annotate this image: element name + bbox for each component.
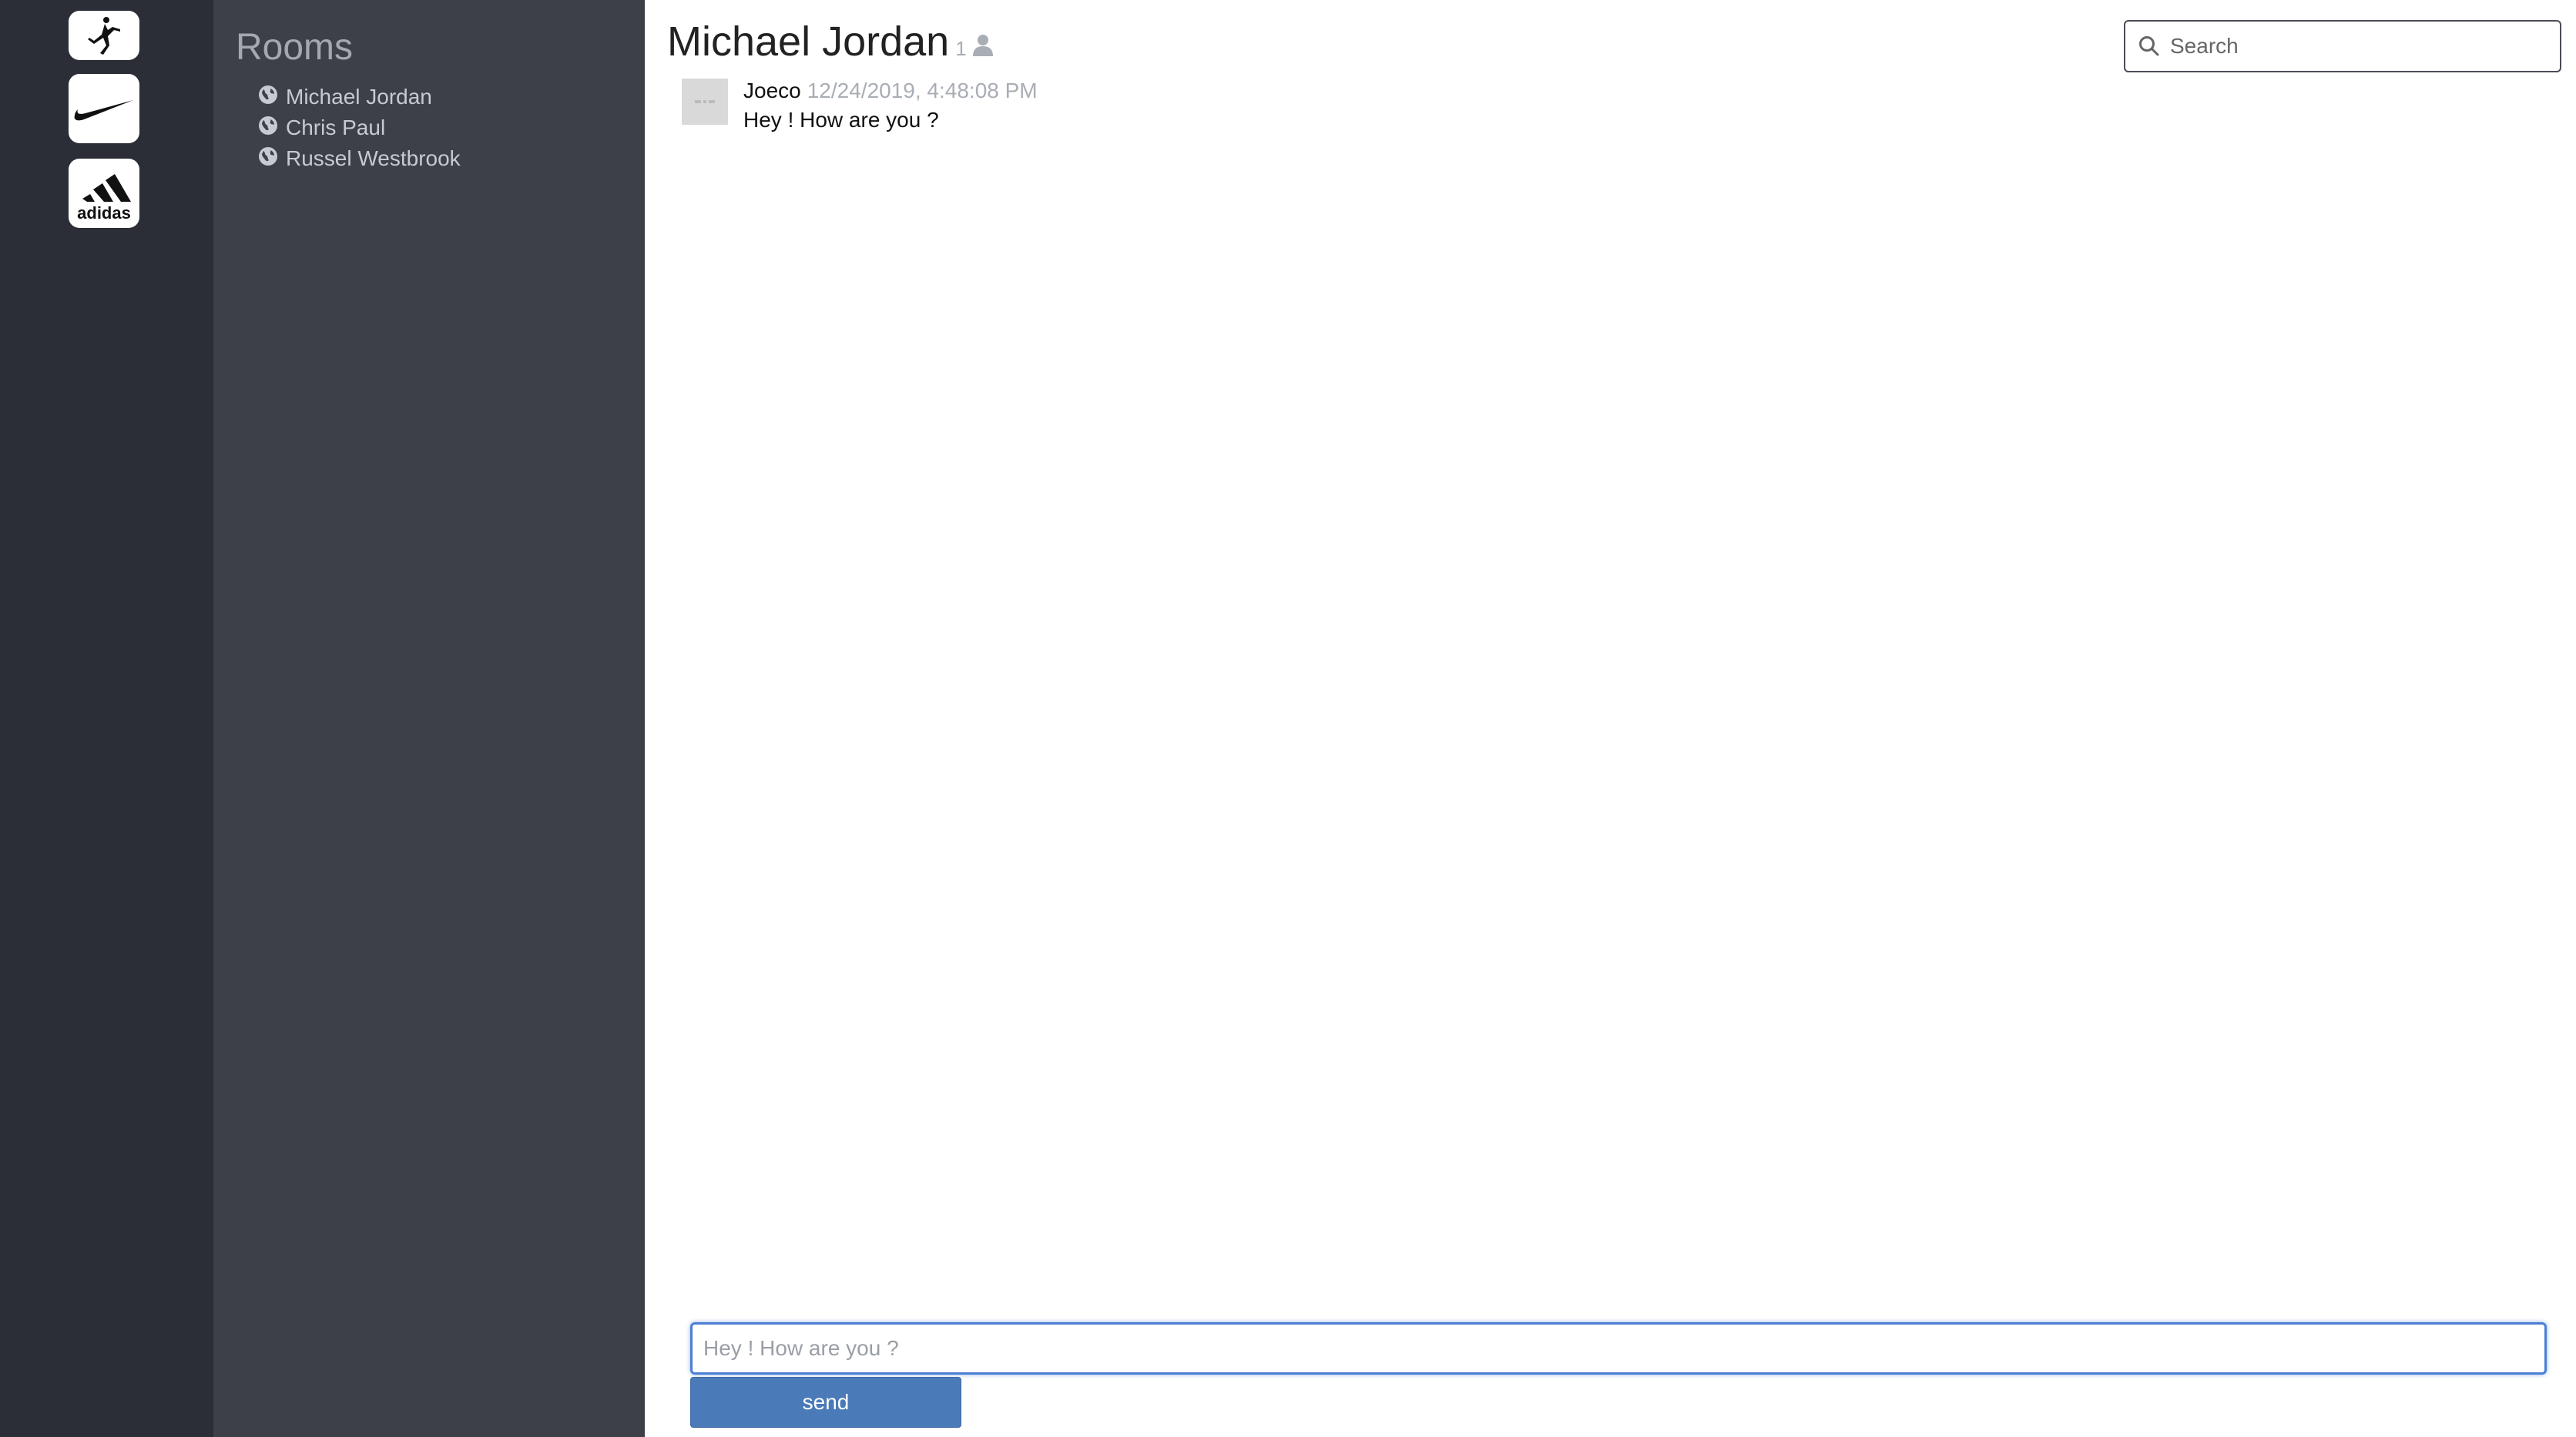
workspace-adidas[interactable]: adidas [69,159,139,228]
room-item-michael-jordan[interactable]: Michael Jordan [258,82,461,112]
svg-text:adidas: adidas [77,203,131,222]
room-label: Michael Jordan [286,85,432,109]
chat-panel: Michael Jordan 1 Search Joeco 12/24/2019… [645,0,2576,1437]
room-item-russel-westbrook[interactable]: Russel Westbrook [258,143,461,174]
nike-swoosh-icon [74,100,133,121]
chat-app: adidas Rooms Michael Jordan Chris Paul R… [0,0,2576,1437]
rooms-title: Rooms [236,27,354,68]
globe-icon [259,85,277,104]
search-input[interactable] [2168,33,2541,59]
workspace-jordan[interactable] [69,11,139,60]
jumpman-logo-icon [88,17,120,55]
room-label: Chris Paul [286,116,386,139]
member-count: 1 [955,37,967,60]
message-author: Joeco [743,79,801,102]
room-item-chris-paul[interactable]: Chris Paul [258,112,461,143]
message-body: Joeco 12/24/2019, 4:48:08 PM Hey ! How a… [743,79,1038,132]
room-label: Russel Westbrook [286,146,461,170]
room-list: Michael Jordan Chris Paul Russel Westbro… [258,82,461,174]
globe-icon [259,147,277,166]
message-input[interactable] [702,1335,2531,1362]
search-icon [2139,36,2159,56]
avatar-placeholder-icon [695,100,715,103]
message: Joeco 12/24/2019, 4:48:08 PM Hey ! How a… [682,79,1038,132]
message-header: Joeco 12/24/2019, 4:48:08 PM [743,79,1038,103]
adidas-logo-icon: adidas [77,174,131,222]
search-box[interactable] [2124,20,2561,72]
send-button[interactable]: send [690,1377,961,1428]
avatar [682,79,728,125]
message-text: Hey ! How are you ? [743,108,939,132]
chat-title: Michael Jordan [667,18,950,65]
workspace-rail: adidas [0,0,213,1437]
message-composer[interactable] [690,1322,2547,1375]
workspace-nike[interactable] [69,74,139,143]
message-timestamp: 12/24/2019, 4:48:08 PM [807,79,1038,102]
chat-header: Michael Jordan 1 [667,14,995,69]
rooms-sidebar: Rooms Michael Jordan Chris Paul Russel W… [213,0,645,1437]
globe-icon [259,116,277,135]
user-icon [972,35,993,56]
